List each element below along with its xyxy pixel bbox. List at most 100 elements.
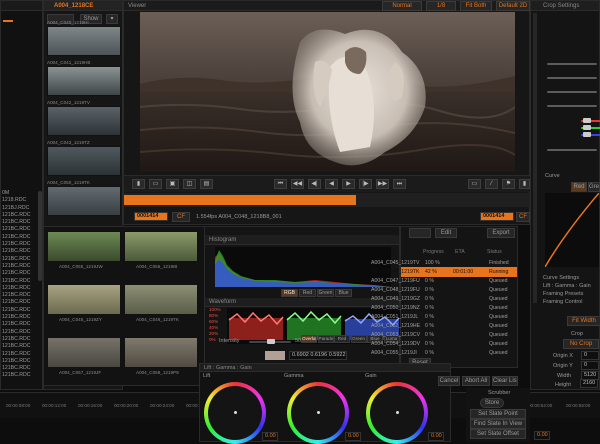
play-reverse-button[interactable]: ◀ xyxy=(325,179,338,189)
setting-slider[interactable] xyxy=(547,149,597,151)
cf-dropdown[interactable]: CF xyxy=(172,212,190,222)
gain-value[interactable]: 0.00 xyxy=(428,432,444,441)
clip-thumbnail[interactable] xyxy=(124,337,198,368)
list-item[interactable]: 1218.RDC xyxy=(2,197,36,204)
list-item[interactable]: 121BC.RDC xyxy=(2,358,36,365)
histogram-tab[interactable]: Red xyxy=(299,289,316,297)
clip-thumbnail[interactable] xyxy=(47,146,121,176)
viewer-view-dropdown[interactable]: Default 2D xyxy=(496,1,530,11)
list-item[interactable]: 121BC.RDC xyxy=(2,329,36,336)
find-slate-button[interactable]: Find Slate In View xyxy=(470,419,526,429)
list-item[interactable]: 121BC.RDC xyxy=(2,314,36,321)
scrubber-value[interactable]: 0.00 xyxy=(534,431,550,440)
curve-editor[interactable] xyxy=(545,193,599,267)
list-item[interactable]: 121BC.RDC xyxy=(2,212,36,219)
set-slate-point-button[interactable]: Set Slate Point xyxy=(470,409,526,419)
copy-button[interactable] xyxy=(409,228,431,238)
clip-thumbnail[interactable] xyxy=(47,106,121,136)
step-back-button[interactable]: ◀| xyxy=(308,179,321,189)
viewer-image[interactable] xyxy=(140,12,515,172)
curve-tab-red[interactable]: Red xyxy=(571,182,587,192)
next-clip-button[interactable]: ▶▶ xyxy=(376,179,389,189)
flag-icon[interactable]: ⚑ xyxy=(502,179,515,189)
list-item[interactable]: 121BC.RDC xyxy=(2,365,36,372)
gamma-value[interactable]: 0.00 xyxy=(345,432,361,441)
lift-wheel-point[interactable] xyxy=(234,411,237,414)
list-item[interactable]: 121BC.RDC xyxy=(2,351,36,358)
list-item[interactable]: 121BC.RDC xyxy=(2,270,36,277)
store-button[interactable]: Store xyxy=(480,398,504,408)
origin-y-field[interactable]: 0 xyxy=(581,361,599,370)
intensity-slider-knob[interactable] xyxy=(267,339,275,344)
list-item[interactable]: 121BC.RDC xyxy=(2,256,36,263)
list-item[interactable]: 121BC.RDC xyxy=(2,336,36,343)
list-item[interactable]: 121BC.RDC xyxy=(2,307,36,314)
list-item[interactable]: 121BC.RDC xyxy=(2,241,36,248)
histogram-tab[interactable]: Blue xyxy=(335,289,352,297)
cf-out-dropdown[interactable]: CF xyxy=(516,212,530,222)
setting-slider[interactable] xyxy=(547,63,597,65)
setting-slider[interactable] xyxy=(547,91,597,93)
queue-row[interactable]: A004_C055_1219JI 0 % Queued xyxy=(371,348,517,358)
clear-list-button[interactable]: Clear List xyxy=(492,376,518,386)
gain-wheel-point[interactable] xyxy=(396,411,399,414)
export-button[interactable]: Export xyxy=(487,228,515,238)
list-item[interactable]: 121BJ.RDC xyxy=(2,205,36,212)
list-item[interactable]: 0M xyxy=(2,190,36,197)
viewer-mode-dropdown[interactable]: Normal xyxy=(382,1,422,11)
blue-slider-knob[interactable] xyxy=(583,132,591,137)
clip-thumbnail[interactable] xyxy=(47,186,121,216)
height-field[interactable]: 2160 xyxy=(580,379,598,388)
lift-value[interactable]: 0.00 xyxy=(262,432,278,441)
play-button[interactable]: ▶ xyxy=(342,179,355,189)
timecode-out-field[interactable]: 0001414 xyxy=(480,212,514,221)
overlay-button[interactable]: ▤ xyxy=(200,179,213,189)
clip-thumbnail[interactable] xyxy=(47,337,121,368)
monitor-icon[interactable]: ▭ xyxy=(468,179,481,189)
waveform-tab[interactable]: Parade xyxy=(317,335,334,343)
waveform-tab[interactable]: Green xyxy=(350,335,367,343)
playback-progress-track[interactable] xyxy=(124,193,531,207)
cancel-button[interactable]: Cancel xyxy=(438,376,460,386)
waveform-tab[interactable]: Red xyxy=(334,335,350,343)
histogram-tab[interactable]: Green xyxy=(317,289,334,297)
clip-thumbnail[interactable] xyxy=(124,231,198,262)
edit-button[interactable]: Edit xyxy=(435,228,457,238)
clip-thumbnail[interactable] xyxy=(47,231,121,262)
red-slider-knob[interactable] xyxy=(583,118,591,123)
go-to-start-button[interactable]: ⏮ xyxy=(274,179,287,189)
clip-thumbnail[interactable] xyxy=(124,284,198,315)
abort-all-button[interactable]: Abort All xyxy=(462,376,490,386)
compare-button[interactable]: ◫ xyxy=(183,179,196,189)
clip-thumbnail[interactable] xyxy=(47,26,121,56)
inspector-section[interactable]: Framing Presets xyxy=(543,291,583,297)
list-item[interactable]: 121BC.RDC xyxy=(2,372,36,379)
list-item[interactable]: 121BC.RDC xyxy=(2,248,36,255)
inspector-section[interactable]: Lift : Gamma : Gain xyxy=(543,283,591,289)
bookmark-icon[interactable]: ▮ xyxy=(519,179,530,189)
fit-width-button[interactable]: Fit Width xyxy=(567,316,600,326)
eyedropper-icon[interactable]: ⁄ xyxy=(485,179,498,189)
inspector-scrollbar[interactable] xyxy=(533,13,537,303)
guides-button[interactable]: ▮ xyxy=(132,179,145,189)
clip-filename-list[interactable]: 0M 1218.RDC 121BJ.RDC 121BC.RDC 121BC.RDC 121… xyxy=(2,190,36,385)
inspector-section[interactable]: Curve Settings xyxy=(543,275,579,281)
setting-slider[interactable] xyxy=(547,105,597,107)
clip-thumbnail[interactable] xyxy=(47,284,121,315)
step-forward-button[interactable]: |▶ xyxy=(359,179,372,189)
crop-dropdown[interactable]: No Crop xyxy=(563,339,599,349)
list-item[interactable]: 121BC.RDC xyxy=(2,321,36,328)
list-item[interactable]: 121BC.RDC xyxy=(2,219,36,226)
list-item[interactable]: 121BC.RDC xyxy=(2,299,36,306)
list-item[interactable]: 121BC.RDC xyxy=(2,343,36,350)
list-scrollbar[interactable] xyxy=(38,191,42,281)
green-slider-knob[interactable] xyxy=(583,125,591,130)
timecode-in-field[interactable]: 0001414 xyxy=(134,212,168,221)
setting-slider[interactable] xyxy=(547,77,597,79)
list-item[interactable]: 121BC.RDC xyxy=(2,278,36,285)
list-item[interactable]: 121BC.RDC xyxy=(2,263,36,270)
snapshot-button[interactable]: ▣ xyxy=(166,179,179,189)
frame-button[interactable]: ▭ xyxy=(149,179,162,189)
list-item[interactable]: 121BC.RDC xyxy=(2,234,36,241)
list-item[interactable]: 121BC.RDC xyxy=(2,285,36,292)
